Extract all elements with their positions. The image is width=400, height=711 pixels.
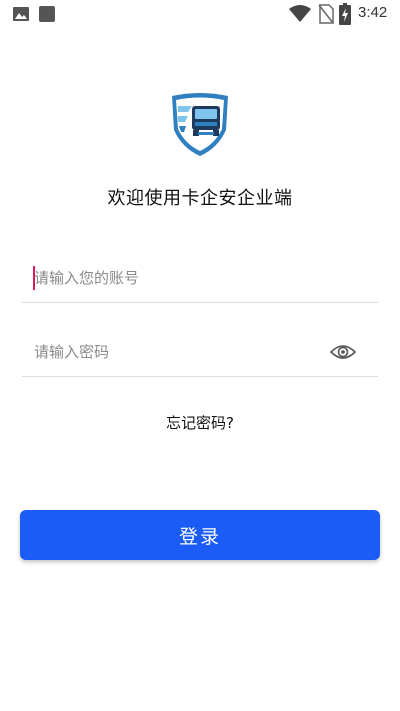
login-screen: 3:42 欢迎使用卡企安企业端 忘记密码? 登录 xyxy=(0,0,400,711)
no-sim-icon xyxy=(318,4,334,24)
truck-shield-logo xyxy=(172,93,228,156)
login-button[interactable]: 登录 xyxy=(20,510,380,560)
status-bar: 3:42 xyxy=(0,0,400,28)
password-field[interactable] xyxy=(22,330,378,377)
text-caret xyxy=(33,266,35,290)
password-input[interactable] xyxy=(34,340,324,364)
account-field[interactable] xyxy=(22,256,378,303)
battery-charging-icon xyxy=(339,3,351,25)
gallery-icon xyxy=(13,7,29,21)
eye-icon[interactable] xyxy=(330,342,356,362)
forgot-password-link[interactable]: 忘记密码? xyxy=(0,412,400,433)
status-time: 3:42 xyxy=(358,4,388,21)
wifi-icon xyxy=(289,5,311,22)
welcome-title: 欢迎使用卡企安企业端 xyxy=(107,188,293,209)
square-icon xyxy=(39,6,55,22)
account-input[interactable] xyxy=(34,266,324,290)
